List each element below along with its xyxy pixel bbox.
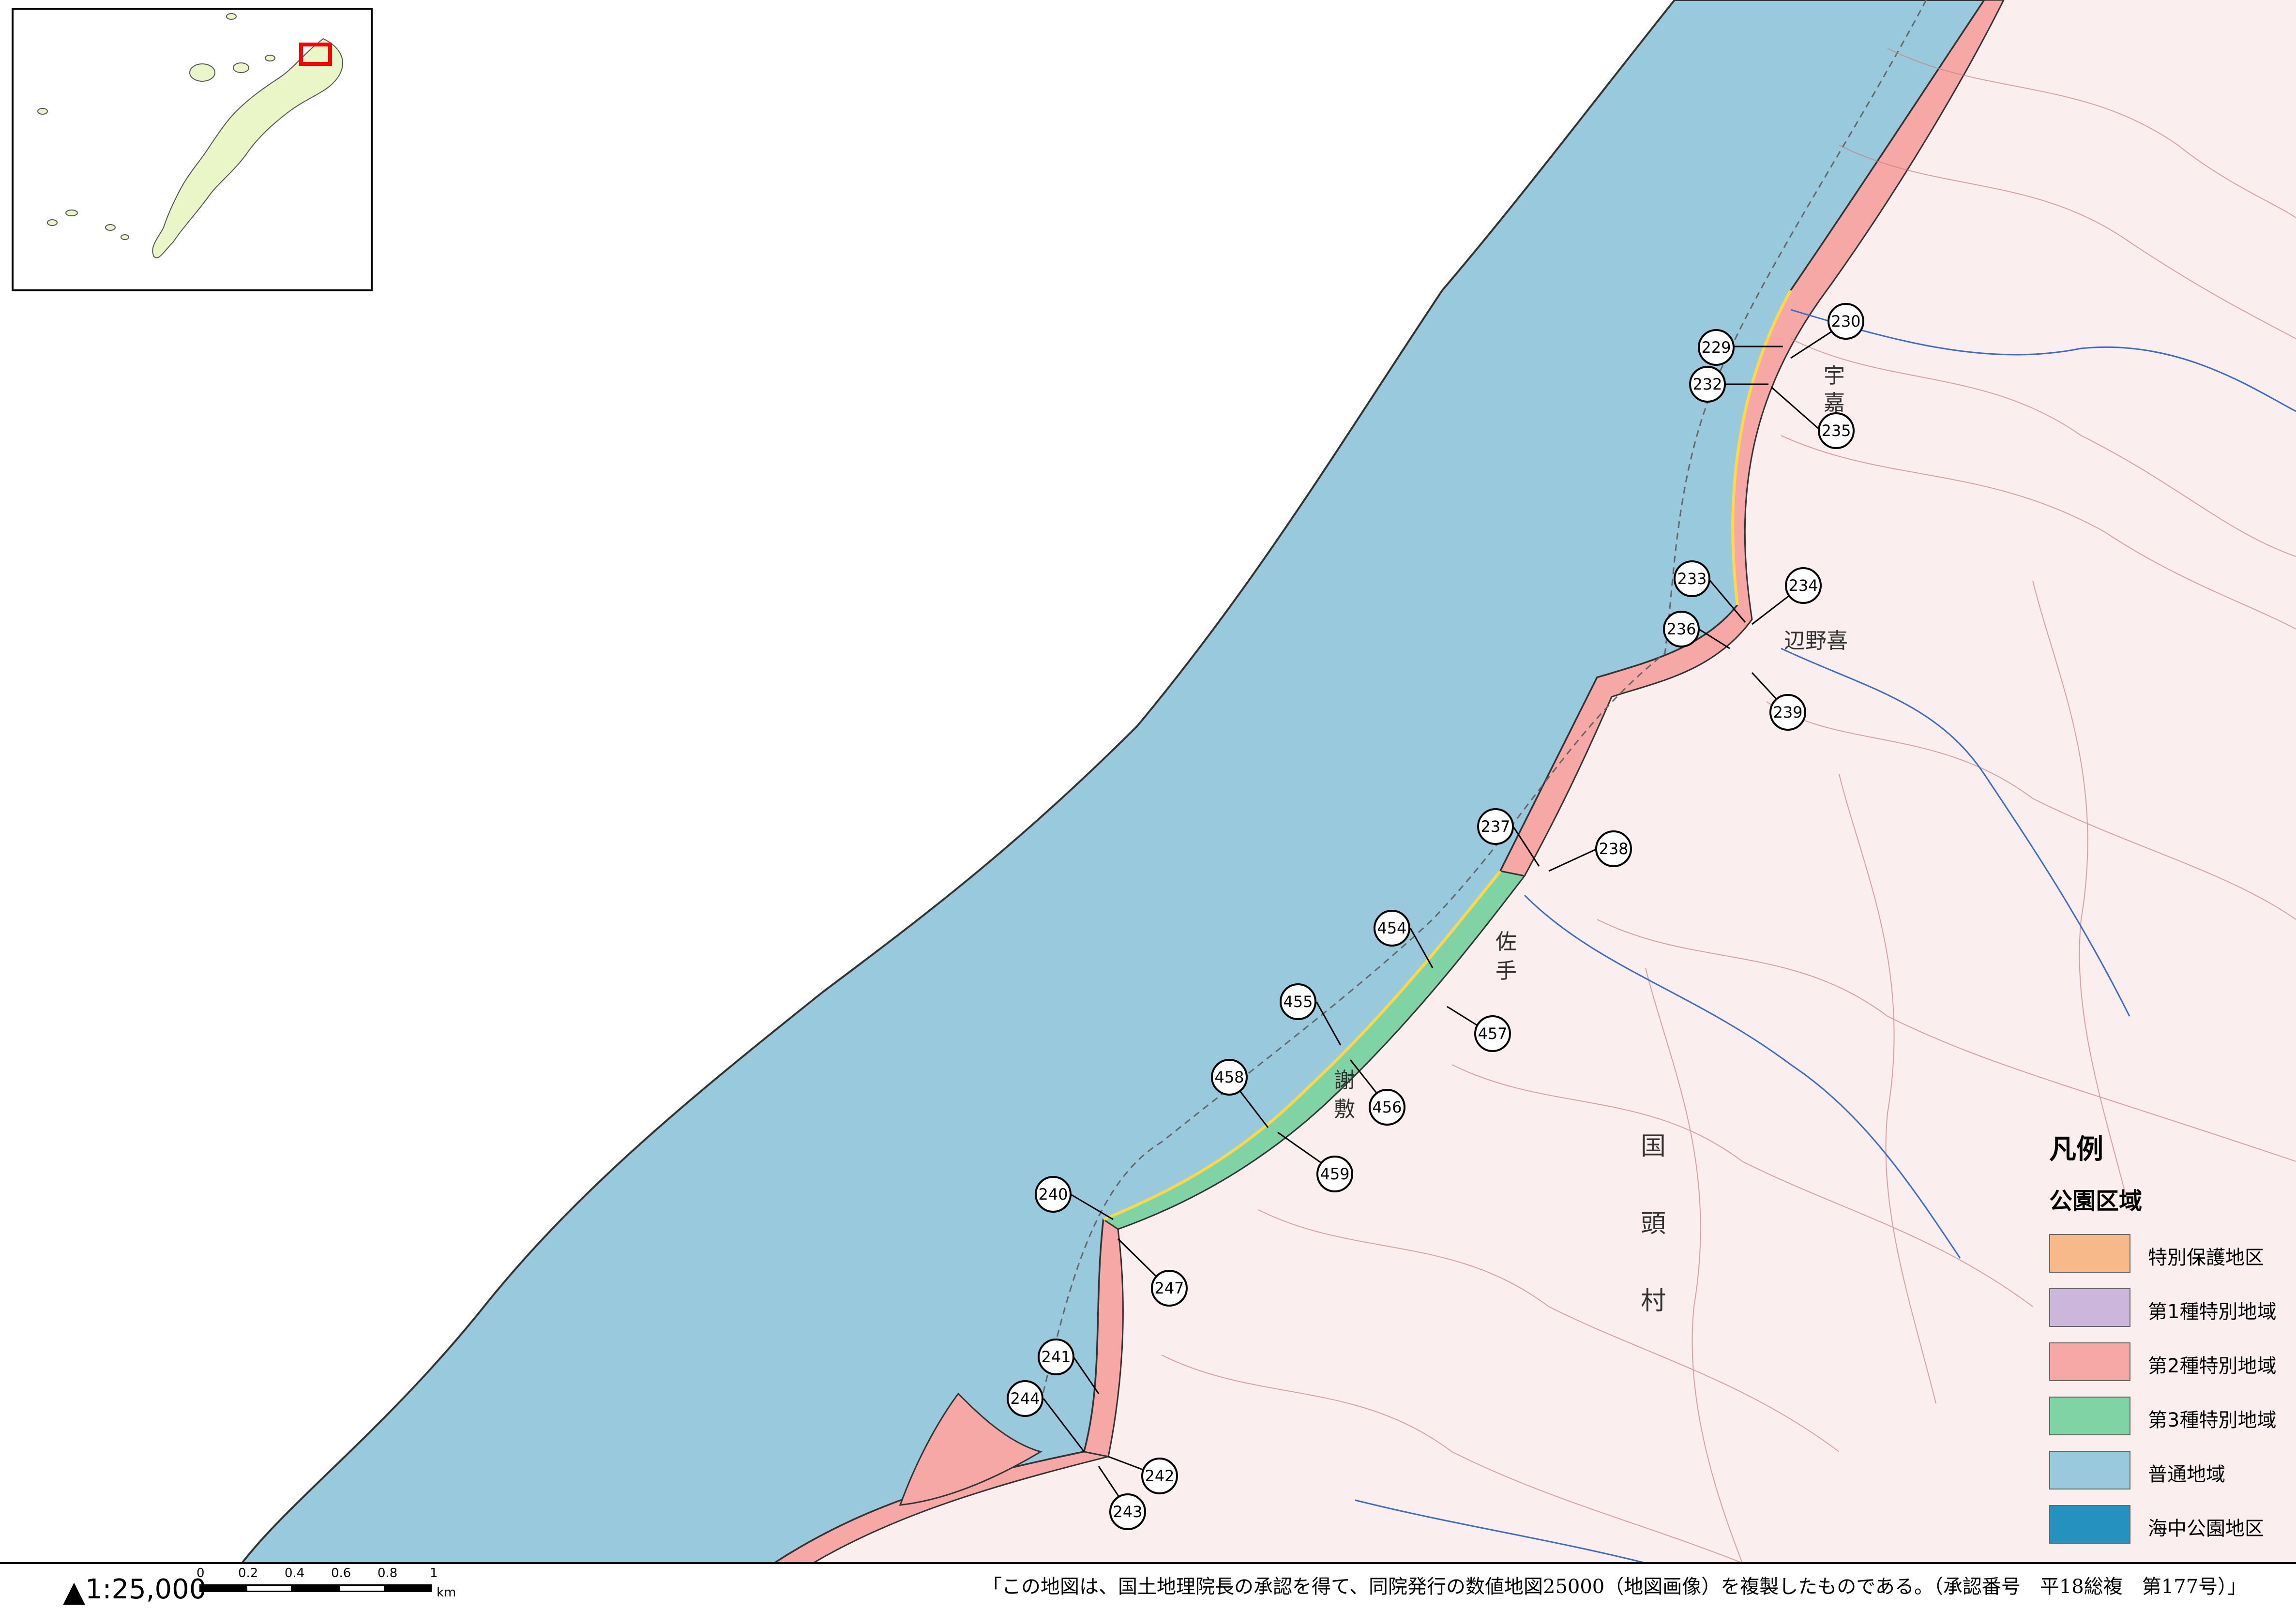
place-name-kunigami-2: 頭 [1641, 1209, 1666, 1238]
callout-242: 242 [1141, 1458, 1178, 1494]
map-bottom-border [0, 1562, 2296, 1564]
legend-label: 特別保護地区 [2148, 1247, 2264, 1269]
scale-segment [292, 1584, 339, 1592]
scale-ticks: 0 0.2 0.4 0.6 0.8 1 km [196, 1566, 456, 1605]
place-name-sate-2: 手 [1495, 959, 1517, 983]
scale-tick: 0.2 [238, 1566, 258, 1580]
place-name-uka-1: 宇 [1824, 363, 1845, 388]
callout-240: 240 [1035, 1176, 1072, 1213]
legend-item-first-class: 第1種特別地域 [2049, 1288, 2296, 1327]
legend-item-marine-park: 海中公園地区 [2049, 1505, 2296, 1544]
callout-239: 239 [1769, 694, 1806, 731]
scale-tick: 0.8 [378, 1566, 398, 1580]
legend-swatch [2049, 1342, 2130, 1381]
scale-unit: km [437, 1585, 456, 1600]
callout-247: 247 [1151, 1270, 1188, 1307]
place-name-kunigami-1: 国 [1641, 1132, 1666, 1161]
inset-okinawa-island [37, 13, 343, 258]
legend-swatch [2049, 1397, 2130, 1435]
scale-segment [199, 1584, 246, 1592]
scale-segment [246, 1584, 292, 1592]
scale-tick: 0 [196, 1566, 205, 1580]
callout-244: 244 [1007, 1380, 1043, 1417]
callout-459: 459 [1316, 1156, 1353, 1192]
legend-swatch [2049, 1234, 2130, 1273]
callout-234: 234 [1785, 567, 1822, 604]
legend-item-special-protection: 特別保護地区 [2049, 1234, 2296, 1273]
legend-label: 第3種特別地域 [2148, 1409, 2277, 1431]
scale-bar: ▲ 1:25,000 0 0.2 0.4 0.6 0.8 1 km [63, 1566, 498, 1609]
callout-456: 456 [1369, 1089, 1405, 1126]
callout-241: 241 [1038, 1339, 1074, 1375]
callout-457: 457 [1474, 1015, 1511, 1052]
scale-segment [385, 1584, 432, 1592]
callout-235: 235 [1818, 412, 1855, 449]
legend-label: 第2種特別地域 [2148, 1355, 2277, 1377]
scale-tick: 0.4 [285, 1566, 305, 1580]
place-name-uka-2: 嘉 [1824, 391, 1845, 415]
copyright-notice: 「この地図は、国土地理院長の承認を得て、同院発行の数値地図25000（地図画像）… [982, 1576, 2247, 1598]
callout-232: 232 [1689, 366, 1726, 403]
scale-tick: 1 [430, 1566, 438, 1580]
legend: 凡例 公園区域 特別保護地区 第1種特別地域 第2種特別地域 第3種特別地域 普… [2023, 1128, 2294, 1563]
inset-map [12, 8, 373, 291]
place-name-gushiki-2: 敷 [1334, 1097, 1355, 1122]
legend-label: 第1種特別地域 [2148, 1301, 2277, 1323]
legend-title: 凡例 [2049, 1134, 2103, 1165]
legend-subtitle: 公園区域 [2049, 1188, 2143, 1215]
callout-236: 236 [1663, 611, 1700, 647]
legend-label: 普通地域 [2148, 1463, 2225, 1486]
inset-island-shape [152, 38, 343, 258]
scale-ratio: 1:25,000 [85, 1574, 207, 1605]
legend-label: 海中公園地区 [2148, 1518, 2264, 1540]
legend-swatch [2049, 1288, 2130, 1327]
north-arrow-icon: ▲ [63, 1575, 86, 1609]
callout-454: 454 [1374, 910, 1410, 947]
callout-243: 243 [1109, 1493, 1146, 1530]
callout-233: 233 [1674, 560, 1710, 597]
place-name-sate-1: 佐 [1495, 930, 1517, 954]
callout-458: 458 [1211, 1059, 1248, 1096]
callout-237: 237 [1477, 808, 1514, 845]
scale-tick: 0.6 [331, 1566, 351, 1580]
legend-item-third-class: 第3種特別地域 [2049, 1397, 2296, 1435]
legend-swatch [2049, 1505, 2130, 1544]
legend-item-second-class: 第2種特別地域 [2049, 1342, 2296, 1381]
callout-230: 230 [1828, 303, 1864, 340]
callout-455: 455 [1280, 983, 1316, 1020]
legend-item-ordinary: 普通地域 [2049, 1451, 2296, 1490]
callout-229: 229 [1698, 329, 1735, 366]
legend-swatch [2049, 1451, 2130, 1490]
scale-segment [339, 1584, 385, 1592]
place-name-henoki: 辺野喜 [1784, 629, 1848, 653]
place-name-gushiki-1: 謝 [1334, 1068, 1355, 1093]
callout-238: 238 [1595, 830, 1632, 867]
place-name-kunigami-3: 村 [1641, 1287, 1666, 1316]
